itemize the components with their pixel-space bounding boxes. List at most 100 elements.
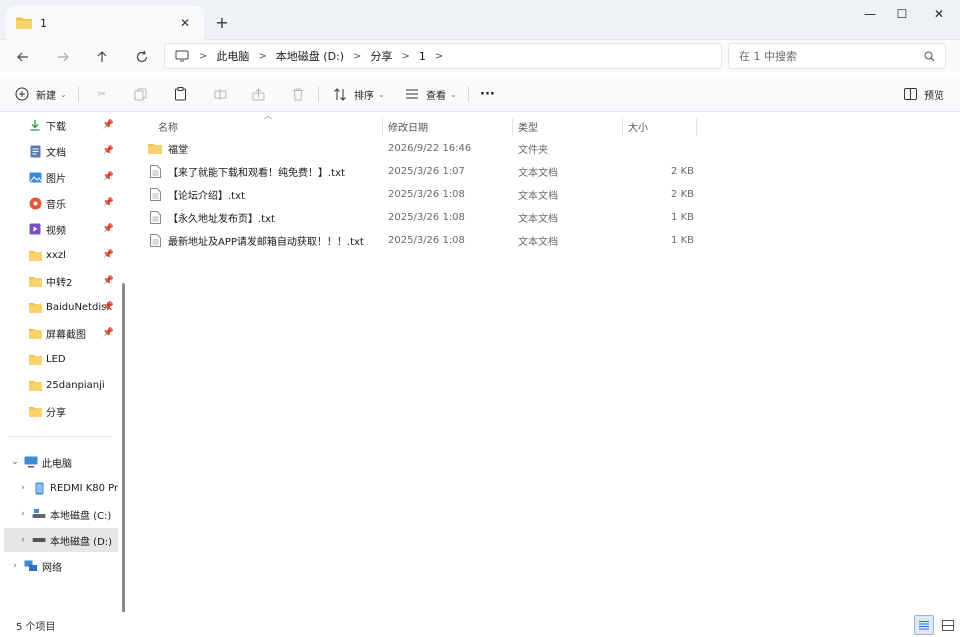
file-name: 【来了就能下载和观看！纯免费！】.txt — [168, 167, 345, 179]
sidebar-item-music[interactable]: 音乐 📌 — [28, 191, 118, 215]
sidebar-item-label: REDMI K80 Pro — [50, 482, 118, 494]
column-divider[interactable] — [382, 118, 383, 136]
up-button[interactable] — [91, 46, 113, 68]
breadcrumb-share[interactable]: 分享 — [370, 48, 392, 64]
new-tab-button[interactable]: + — [212, 12, 232, 32]
picture-icon — [28, 170, 42, 184]
sidebar-item-label: 中转2 — [46, 277, 73, 289]
sidebar-item-drive-c[interactable]: › 本地磁盘 (C:) — [16, 502, 118, 526]
search-input[interactable]: 在 1 中搜索 — [728, 43, 946, 69]
chevron-right-icon[interactable]: › — [8, 561, 22, 571]
column-header-type[interactable]: 类型 — [518, 116, 538, 136]
folder-icon — [16, 17, 32, 29]
sidebar-item-drive-d[interactable]: › 本地磁盘 (D:) — [4, 528, 118, 552]
new-button[interactable]: 新建 ⌄ — [14, 84, 67, 104]
preview-pane-icon — [902, 86, 918, 102]
view-button[interactable]: 查看 ⌄ — [404, 84, 457, 104]
tab-current[interactable]: 1 ✕ — [6, 6, 204, 40]
chevron-down-icon[interactable]: ⌄ — [8, 457, 22, 467]
folder-icon — [148, 141, 162, 155]
sidebar-item-pictures[interactable]: 图片 📌 — [28, 165, 118, 189]
sidebar-item-network[interactable]: › 网络 — [8, 554, 118, 578]
sidebar-item-share[interactable]: 分享 — [28, 399, 118, 423]
copy-button[interactable] — [132, 84, 154, 104]
breadcrumb-drive-d[interactable]: 本地磁盘 (D:) — [276, 48, 344, 64]
sort-label: 排序 — [354, 90, 374, 102]
table-row[interactable]: 【来了就能下载和观看！纯免费！】.txt 2025/3/26 1:07 文本文档… — [148, 160, 708, 182]
back-button[interactable] — [12, 46, 34, 68]
close-icon: ✕ — [933, 7, 945, 21]
chevron-right-icon[interactable]: › — [16, 535, 30, 545]
file-type: 文本文档 — [518, 167, 558, 179]
column-header-date[interactable]: 修改日期 — [388, 116, 428, 136]
sidebar-item-documents[interactable]: 文档 📌 — [28, 139, 118, 163]
column-divider[interactable] — [696, 118, 697, 136]
table-row[interactable]: 【永久地址发布页】.txt 2025/3/26 1:08 文本文档 1 KB — [148, 206, 708, 228]
rename-icon — [212, 86, 228, 102]
minimize-button[interactable]: — — [855, 4, 885, 24]
chevron-right-icon[interactable]: › — [16, 483, 30, 493]
rename-button[interactable] — [212, 84, 234, 104]
navigation-pane: 下载 📌 文档 📌 图片 📌 音乐 📌 视频 📌 xxzl 📌 中转2 📌 Ba… — [0, 112, 120, 612]
sidebar-item-redmi[interactable]: › REDMI K80 Pro — [16, 476, 118, 500]
command-bar: 新建 ⌄ ✂ 排序 ⌄ 查看 ⌄ ··· 预览 — [0, 76, 960, 112]
preview-label: 预览 — [924, 90, 944, 102]
large-icons-view-button[interactable] — [938, 615, 958, 635]
drive-c-icon — [32, 507, 46, 521]
video-icon — [28, 222, 42, 236]
address-bar[interactable]: > 此电脑 > 本地磁盘 (D:) > 分享 > 1 > — [164, 43, 722, 69]
forward-button[interactable] — [52, 46, 74, 68]
share-button[interactable] — [250, 84, 272, 104]
sidebar-item-led[interactable]: LED — [28, 347, 118, 371]
table-row[interactable]: 最新地址及APP请发邮箱自动获取！！！.txt 2025/3/26 1:08 文… — [148, 229, 708, 251]
sidebar-item-xxzl[interactable]: xxzl 📌 — [28, 243, 118, 267]
breadcrumb-1[interactable]: 1 — [419, 50, 426, 63]
sidebar-scrollbar[interactable] — [122, 283, 125, 613]
column-header-name[interactable]: 名称 — [158, 116, 178, 136]
sort-button[interactable]: 排序 ⌄ — [332, 84, 385, 104]
column-header-size[interactable]: 大小 — [628, 116, 648, 136]
more-options-button[interactable]: ··· — [480, 84, 495, 104]
maximize-icon: ☐ — [896, 7, 908, 21]
clipboard-icon — [172, 86, 188, 102]
delete-button[interactable] — [290, 84, 312, 104]
close-window-button[interactable]: ✕ — [924, 4, 954, 24]
document-icon — [28, 144, 42, 158]
sidebar-item-downloads[interactable]: 下载 📌 — [28, 113, 118, 137]
column-divider[interactable] — [512, 118, 513, 136]
folder-icon — [28, 378, 42, 392]
sidebar-item-label: 文档 — [46, 147, 66, 159]
sidebar-item-baidunetdisk[interactable]: BaiduNetdisk 📌 — [28, 295, 118, 319]
trash-icon — [290, 86, 306, 102]
search-placeholder: 在 1 中搜索 — [739, 50, 797, 63]
sidebar-item-this-pc[interactable]: ⌄ 此电脑 — [8, 450, 118, 474]
breadcrumb-separator-icon: > — [353, 50, 362, 62]
close-tab-icon[interactable]: ✕ — [176, 14, 194, 32]
paste-button[interactable] — [172, 84, 194, 104]
table-row[interactable]: 福堂 2026/9/22 16:46 文件夹 — [148, 137, 708, 159]
refresh-icon — [136, 50, 148, 63]
download-icon — [28, 118, 42, 132]
folder-icon — [28, 352, 42, 366]
name-cell: 最新地址及APP请发邮箱自动获取！！！.txt — [148, 229, 364, 251]
chevron-right-icon[interactable]: › — [16, 509, 30, 519]
breadcrumb-this-pc[interactable]: 此电脑 — [216, 48, 249, 64]
sidebar-item-videos[interactable]: 视频 📌 — [28, 217, 118, 241]
pin-icon: 📌 — [102, 198, 114, 208]
arrow-left-icon — [17, 52, 28, 62]
sidebar-item-screenshots[interactable]: 屏幕截图 📌 — [28, 321, 118, 345]
refresh-button[interactable] — [131, 46, 153, 68]
details-view-button[interactable] — [914, 615, 934, 635]
details-view-icon — [919, 620, 929, 629]
cut-button[interactable]: ✂ — [94, 84, 116, 104]
maximize-button[interactable]: ☐ — [887, 4, 917, 24]
sidebar-item-zhongzhuan2[interactable]: 中转2 📌 — [28, 269, 118, 293]
file-type: 文本文档 — [518, 236, 558, 248]
copy-icon — [132, 86, 148, 102]
preview-pane-button[interactable]: 预览 — [902, 84, 944, 104]
more-icon: ··· — [480, 86, 495, 102]
table-row[interactable]: 【论坛介绍】.txt 2025/3/26 1:08 文本文档 2 KB — [148, 183, 708, 205]
breadcrumb-separator-icon: > — [258, 50, 267, 62]
sidebar-item-25danpianji[interactable]: 25danpianji — [28, 373, 118, 397]
column-divider[interactable] — [622, 118, 623, 136]
